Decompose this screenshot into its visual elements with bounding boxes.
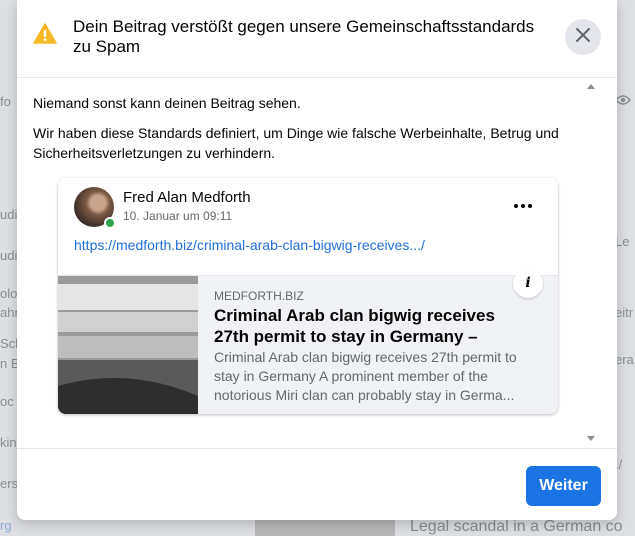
- link-preview[interactable]: i MEDFORTH.BIZ Criminal Arab clan bigwig…: [58, 268, 558, 414]
- bg-fragment: Le: [615, 234, 630, 249]
- bg-fragment: kin: [0, 435, 17, 450]
- bg-fragment: ers: [0, 476, 19, 491]
- dialog-scrollbar[interactable]: [584, 79, 598, 447]
- link-snippet: Criminal Arab clan bigwig receives 27th …: [214, 349, 517, 403]
- bg-fragment: oc: [0, 394, 14, 409]
- dialog-header: Dein Beitrag verstößt gegen unsere Gemei…: [17, 0, 617, 78]
- more-dots-icon: [528, 204, 532, 208]
- dialog-title: Dein Beitrag verstößt gegen unsere Gemei…: [73, 17, 535, 56]
- post-author[interactable]: Fred Alan Medforth: [123, 189, 251, 206]
- bg-fragment: ahr: [0, 305, 19, 320]
- visibility-notice: Niemand sonst kann deinen Beitrag sehen.: [33, 95, 301, 111]
- dialog-footer: Weiter: [17, 448, 617, 520]
- bg-fragment: olo: [0, 286, 18, 301]
- info-icon: i: [525, 275, 531, 291]
- continue-button[interactable]: Weiter: [526, 466, 601, 506]
- standards-explanation: Wir haben diese Standards definiert, um …: [33, 125, 559, 161]
- eye-icon: [615, 94, 631, 109]
- warning-triangle-icon: [33, 22, 57, 46]
- more-dots-icon: [514, 204, 518, 208]
- close-button[interactable]: [565, 19, 601, 55]
- scroll-up-arrow-icon[interactable]: [587, 84, 595, 89]
- bg-fragment: rg: [0, 518, 12, 533]
- post-timestamp[interactable]: 10. Januar um 09:11: [123, 209, 232, 223]
- close-icon: [575, 27, 591, 48]
- scroll-down-arrow-icon[interactable]: [587, 436, 595, 441]
- spam-violation-dialog: Dein Beitrag verstößt gegen unsere Gemei…: [17, 0, 617, 520]
- bg-fragment: eitr: [615, 305, 634, 320]
- bg-fragment: era: [615, 352, 634, 367]
- background-thumbnail: [255, 518, 395, 536]
- link-domain: MEDFORTH.BIZ: [214, 289, 304, 303]
- post-link[interactable]: https://medforth.biz/criminal-arab-clan-…: [74, 237, 425, 253]
- bg-fragment: fo: [0, 94, 11, 109]
- more-options-button[interactable]: [508, 194, 538, 218]
- info-button[interactable]: i: [513, 268, 543, 298]
- background-headline: Legal scandal in a German co: [410, 518, 623, 535]
- link-preview-image: [58, 276, 198, 414]
- bg-fragment: udi: [0, 207, 18, 222]
- online-status-icon: [104, 217, 116, 229]
- more-dots-icon: [521, 204, 525, 208]
- bg-fragment: udi: [0, 248, 18, 263]
- dialog-body: Niemand sonst kann deinen Beitrag sehen.…: [17, 79, 617, 447]
- post-preview-card: Fred Alan Medforth 10. Januar um 09:11 h…: [58, 178, 558, 414]
- link-headline: Criminal Arab clan bigwig receives 27th …: [214, 306, 495, 346]
